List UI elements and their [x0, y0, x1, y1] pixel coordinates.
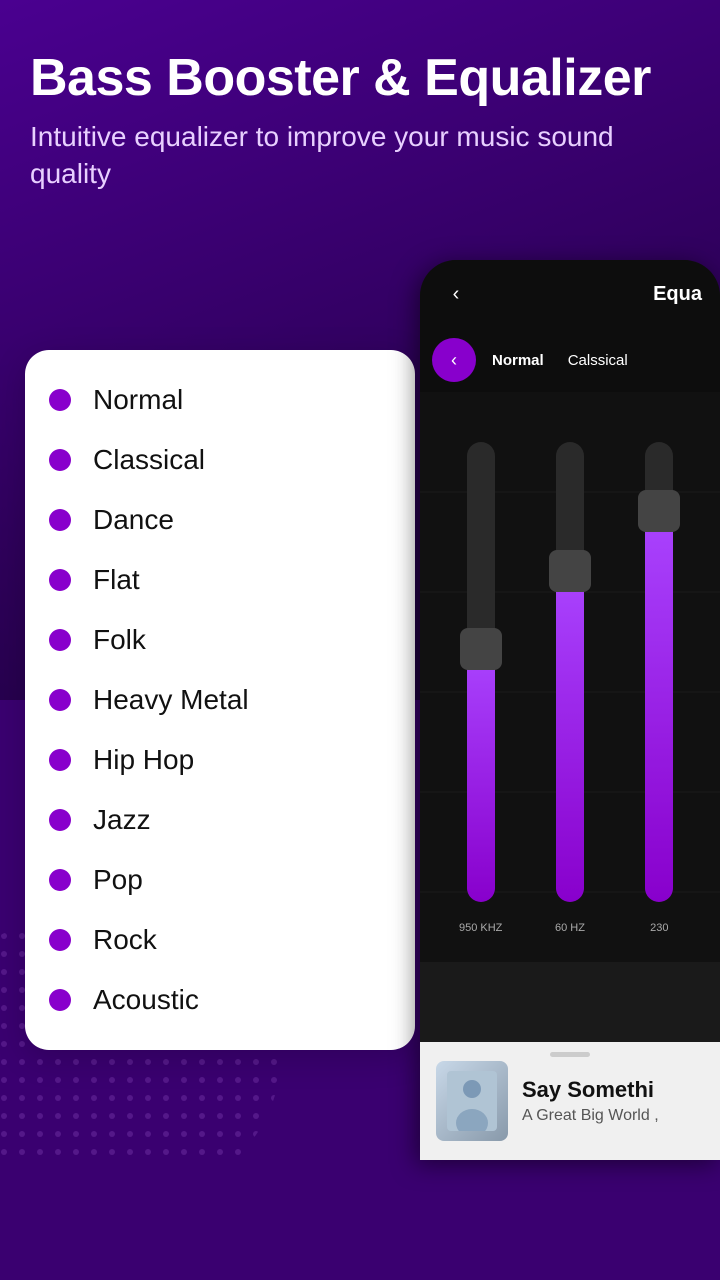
mini-player-title: Say Somethi: [522, 1077, 704, 1103]
phone-screen-title: Equa: [474, 283, 702, 306]
phone-mockup: ‹ Equa ‹ Normal Calssical: [420, 260, 720, 1160]
drag-handle: [550, 1052, 590, 1057]
eq-sliders-area: 950 KHZ 60 HZ 230: [420, 392, 720, 962]
preset-label: Jazz: [93, 804, 151, 836]
preset-dot: [49, 509, 71, 531]
slider-fill-3: [645, 511, 673, 902]
preset-dot: [49, 629, 71, 651]
preset-list: Normal Classical Dance Flat Folk Heavy Metal H…: [49, 370, 391, 1030]
preset-item-flat[interactable]: Flat: [49, 550, 391, 610]
preset-item-acoustic[interactable]: Acoustic: [49, 970, 391, 1030]
preset-label: Acoustic: [93, 984, 199, 1016]
preset-dot: [49, 389, 71, 411]
slider-950khz[interactable]: 950 KHZ: [467, 442, 495, 902]
header-section: Bass Booster & Equalizer Intuitive equal…: [30, 50, 690, 192]
preset-label: Flat: [93, 564, 140, 596]
preset-label: Heavy Metal: [93, 684, 249, 716]
page-title: Bass Booster & Equalizer: [30, 50, 690, 107]
preset-card: Normal Classical Dance Flat Folk Heavy Metal H…: [25, 350, 415, 1050]
preset-dot: [49, 569, 71, 591]
preset-label: Classical: [93, 444, 205, 476]
preset-item-pop[interactable]: Pop: [49, 850, 391, 910]
preset-label: Normal: [93, 384, 183, 416]
slider-thumb-3[interactable]: [638, 490, 680, 532]
preset-label: Pop: [93, 864, 143, 896]
preset-dot: [49, 929, 71, 951]
preset-item-heavy-metal[interactable]: Heavy Metal: [49, 670, 391, 730]
slider-thumb-2[interactable]: [549, 550, 591, 592]
mini-player[interactable]: Say Somethi A Great Big World ,: [420, 1042, 720, 1160]
preset-item-hip-hop[interactable]: Hip Hop: [49, 730, 391, 790]
preset-dot: [49, 689, 71, 711]
eq-tab-normal[interactable]: Normal: [484, 348, 552, 373]
preset-item-normal[interactable]: Normal: [49, 370, 391, 430]
preset-dot: [49, 749, 71, 771]
slider-thumb-1[interactable]: [460, 628, 502, 670]
preset-label: Folk: [93, 624, 146, 656]
slider-label-2: 60 HZ: [555, 922, 585, 934]
preset-item-rock[interactable]: Rock: [49, 910, 391, 970]
sliders-container: 950 KHZ 60 HZ 230: [420, 412, 720, 962]
preset-item-folk[interactable]: Folk: [49, 610, 391, 670]
eq-back-circle-btn[interactable]: ‹: [432, 338, 476, 382]
mini-player-artist: A Great Big World ,: [522, 1107, 704, 1125]
slider-230[interactable]: 230: [645, 442, 673, 902]
preset-item-dance[interactable]: Dance: [49, 490, 391, 550]
slider-60hz[interactable]: 60 HZ: [556, 442, 584, 902]
preset-dot: [49, 449, 71, 471]
phone-back-button[interactable]: ‹: [438, 276, 474, 312]
preset-dot: [49, 989, 71, 1011]
album-art-svg: [447, 1071, 497, 1131]
page-subtitle: Intuitive equalizer to improve your musi…: [30, 119, 690, 192]
preset-item-classical[interactable]: Classical: [49, 430, 391, 490]
preset-label: Rock: [93, 924, 157, 956]
mini-player-info: Say Somethi A Great Big World ,: [522, 1077, 704, 1125]
preset-label: Dance: [93, 504, 174, 536]
preset-item-jazz[interactable]: Jazz: [49, 790, 391, 850]
phone-header: ‹ Equa: [420, 260, 720, 328]
eq-tab-classical[interactable]: Calssical: [560, 348, 636, 373]
eq-tabs-row: ‹ Normal Calssical: [420, 328, 720, 392]
slider-fill-2: [556, 571, 584, 902]
slider-label-3: 230: [650, 922, 668, 934]
preset-label: Hip Hop: [93, 744, 194, 776]
preset-dot: [49, 809, 71, 831]
album-art: [436, 1061, 508, 1141]
preset-dot: [49, 869, 71, 891]
slider-label-1: 950 KHZ: [459, 922, 502, 934]
phone-body: ‹ Equa ‹ Normal Calssical: [420, 260, 720, 1160]
slider-fill-1: [467, 649, 495, 902]
